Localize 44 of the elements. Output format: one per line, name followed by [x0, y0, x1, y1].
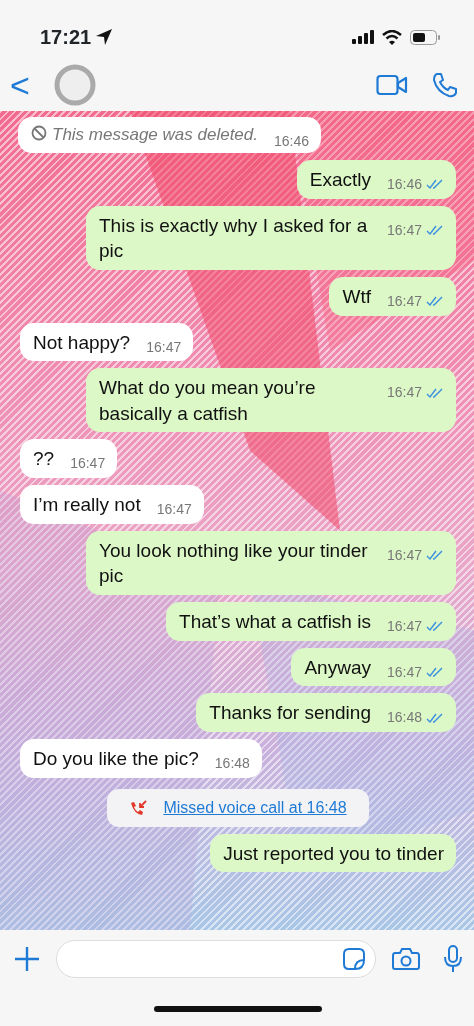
missed-call-link[interactable]: Missed voice call at 16:48	[163, 795, 347, 820]
message-text: What do you mean you’re basically a catfish	[99, 377, 316, 424]
message-text: Exactly	[309, 168, 371, 190]
missed-call-icon	[129, 799, 148, 816]
clock-time: 17:21	[40, 25, 92, 50]
message-time: 16:46	[386, 174, 422, 194]
camera-icon[interactable]	[392, 947, 420, 971]
signal-icon	[352, 30, 374, 44]
message-text: This is exactly why I asked for a pic	[99, 214, 368, 262]
message-text: I’m really not	[33, 494, 141, 516]
message-text: You look nothing like your tinder pic	[99, 539, 368, 587]
location-arrow-icon	[95, 28, 114, 46]
message-text: Do you like the pic?	[33, 747, 199, 769]
video-call-icon[interactable]	[376, 73, 408, 96]
message-time: 16:47	[146, 337, 182, 357]
blocked-icon	[31, 125, 47, 141]
message-text: Just reported you to tinder	[223, 842, 444, 864]
message-time: 16:48	[214, 753, 250, 773]
message-time: 16:46	[274, 132, 310, 151]
message-time: 16:47	[386, 545, 422, 565]
message-text: Not happy?	[33, 331, 131, 353]
message-time: 16:47	[386, 662, 422, 682]
message-time: 16:47	[70, 454, 106, 474]
avatar	[53, 63, 96, 106]
message-time: 16:47	[386, 220, 422, 240]
message-time: 16:47	[386, 383, 422, 403]
plus-icon[interactable]	[14, 946, 40, 972]
message-text: Thanks for sending	[209, 702, 371, 724]
microphone-icon[interactable]	[444, 945, 462, 973]
back-button[interactable]: <	[10, 67, 30, 102]
message-text: Wtf	[342, 285, 371, 307]
phone-icon[interactable]	[432, 71, 458, 98]
battery-icon	[410, 29, 440, 45]
message-time: 16:47	[156, 500, 192, 519]
wifi-icon	[382, 29, 402, 45]
message-text: Anyway	[304, 656, 371, 678]
message-input[interactable]	[56, 940, 376, 978]
message-time: 16:48	[386, 708, 422, 728]
message-text: This message was deleted.	[52, 125, 258, 144]
message-text: ??	[33, 448, 55, 470]
message-text: That’s what a catfish is	[179, 611, 371, 632]
sticker-icon[interactable]	[343, 948, 365, 970]
message-time: 16:47	[386, 617, 422, 636]
message-time: 16:47	[386, 291, 422, 311]
